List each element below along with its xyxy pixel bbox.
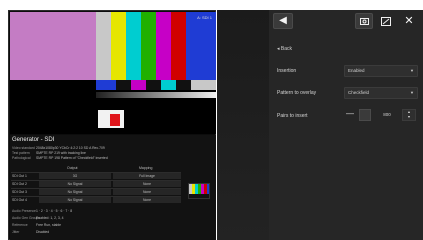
pairs-stepper[interactable]: — 800 ▲ ▼ [344,108,418,122]
collapse-icon [381,17,391,26]
gray-ramp [96,92,216,98]
color-bar [10,12,96,80]
reverse-bar [176,80,191,90]
reverse-bar [96,80,116,90]
color-bar [111,12,126,80]
panel-divider [217,10,269,240]
color-bar [96,12,111,80]
decrement-button[interactable]: — [344,108,356,122]
signal-overlay-label: A: SDI 1 [197,15,212,20]
output-name: SDI Out 1 [12,174,27,178]
app-window: A: SDI 1 Generator - SDI Video standard2… [0,0,423,240]
output-name: SDI Out 4 [12,198,27,202]
field-value: Enabled: 1, 2, 3, 4 [36,216,64,220]
pairs-label: Pairs to insert [277,113,308,119]
close-button[interactable]: ✕ [400,13,418,29]
reverse-bar [161,80,176,90]
mapping-value: None [113,181,181,187]
insertion-select-value: Enabled [348,68,365,73]
test-pattern-video: A: SDI 1 [10,12,216,134]
field-label: Audio Presence [12,209,36,213]
mapping-value: None [113,197,181,203]
reverse-bar [116,80,131,90]
table-row: SDI Out 4 No Signal None [11,196,181,203]
field-value: Free Run, stable [36,223,62,227]
field-label: Jitter [12,230,20,234]
pattern-overlay-select-value: Checkfield [348,90,370,95]
field-value: 2048x1080p30 YCbCr 4:2:2 10 SD A Rec.709 [36,146,105,150]
test-pattern-row: Test pattern SMPTE RP 219 with tracking l… [12,151,86,155]
field-label: Test pattern [12,151,30,155]
insertion-label: Insertion [277,68,297,74]
camera-icon [359,18,369,25]
field-value: SMPTE RP 198 Pattern of "Checkfield" ins… [36,156,108,160]
pluge-red-patch [110,114,120,126]
slider-knob[interactable] [359,109,371,121]
panel-toolbar: ◀ ✕ [269,10,423,32]
color-bar [141,12,156,80]
mapping-value: Full Image [113,173,181,179]
info-title: Generator - SDI [12,137,55,143]
output-value: No Signal [39,197,111,203]
chevron-down-icon: ▼ [410,68,414,73]
output-value: No Signal [39,189,111,195]
color-bar [156,12,171,80]
table-row: SDI Out 1 3G Full Image [11,172,181,179]
screenshot-button[interactable] [355,13,373,29]
output-value: 3G [39,173,111,179]
color-bar [126,12,141,80]
generator-preview: A: SDI 1 Generator - SDI Video standard2… [8,10,216,240]
spin-arrows-icon[interactable]: ▲ ▼ [402,109,416,121]
pattern-overlay-label: Pattern to overlay [277,90,317,96]
field-label: Pathological [12,156,31,160]
output-name: SDI Out 2 [12,182,27,186]
back-link[interactable]: ◂ Back [277,46,292,52]
field-label: Audio Gen Groups [12,216,41,220]
video-standard-row: Video standard2048x1080p30 YCbCr 4:2:2 1… [12,146,105,150]
generator-info: Generator - SDI Video standard2048x1080p… [10,135,216,240]
pathological-row: Pathological SMPTE RP 198 Pattern of "Che… [12,156,108,160]
pattern-overlay-select[interactable]: Checkfield ▼ [344,87,418,99]
color-bar [171,12,186,80]
collapse-button[interactable] [377,13,395,29]
mapping-value: None [113,189,181,195]
table-row: SDI Out 3 No Signal None [11,188,181,195]
chevron-down-icon: ▼ [410,90,414,95]
color-bar [186,12,216,80]
output-name: SDI Out 3 [12,190,27,194]
field-value: Disabled [36,230,50,234]
field-value: SMPTE RP 219 with tracking line [36,151,86,155]
close-icon: ✕ [404,15,414,27]
reverse-bar [146,80,161,90]
field-value: 1 · 2 · 3 · 4 · 5 · 6 · 7 · 8 [36,209,73,213]
reference-row: Reference Free Run, stable [12,223,61,227]
output-value: No Signal [39,181,111,187]
table-row: SDI Out 2 No Signal None [11,180,181,187]
control-panel: ◀ ✕ ◂ Back Insertion Enabled ▼ Pattern t… [269,10,423,240]
column-header-output: Output [67,166,78,170]
audio-presence-row: Audio Presence1 · 2 · 3 · 4 · 5 · 6 · 7 … [12,209,72,213]
back-arrow-icon: ◀ [279,15,287,26]
reverse-bar [191,80,216,90]
insertion-select[interactable]: Enabled ▼ [344,65,418,77]
audio-groups-row: Audio Gen GroupsEnabled: 1, 2, 3, 4 [12,216,64,220]
reverse-bar [131,80,146,90]
field-label: Reference [12,223,28,227]
field-label: Video standard [12,146,35,150]
mini-test-pattern-thumbnail [188,183,210,199]
back-arrow-button[interactable]: ◀ [273,13,293,29]
pairs-value[interactable]: 800 [374,108,400,122]
column-header-mapping: Mapping [139,166,153,170]
jitter-row: Jitter Disabled [12,230,49,234]
